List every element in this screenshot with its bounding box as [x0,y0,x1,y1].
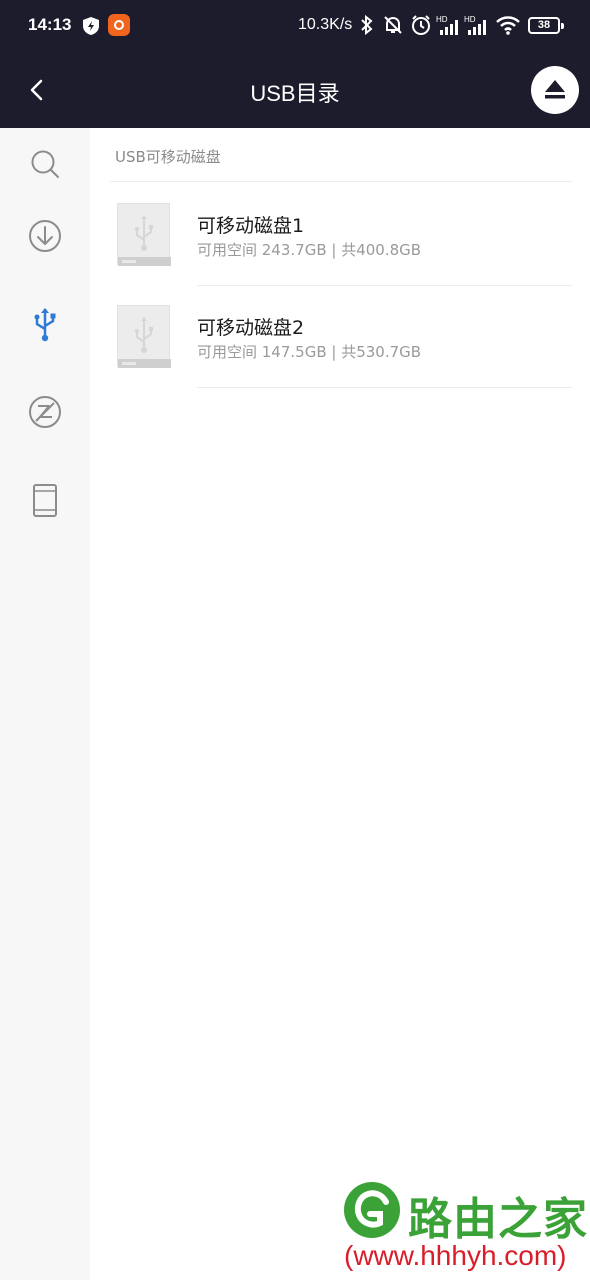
usb-icon [34,308,56,342]
watermark-title: 路由之家 [408,1194,588,1245]
usb-disk-icon [117,305,171,368]
page-title: USB目录 [250,81,340,106]
hd-signal-icon: HD [464,15,486,35]
app-bar: USB目录 [0,52,590,128]
mute-bell-icon [384,16,402,34]
status-time: 14:13 [28,15,72,34]
app-notification-icon [108,14,130,36]
network-speed: 10.3K/s [298,16,353,33]
svg-text:HD: HD [436,15,448,24]
search-icon [31,150,59,178]
hd-signal-icon: HD [436,15,458,35]
blocked-icon [29,396,61,428]
disk-item-2[interactable]: 可移动磁盘2 可用空间 147.5GB | 共530.7GB [110,287,572,387]
divider [110,181,572,182]
sidebar-item-usb[interactable] [25,304,65,344]
disk-item-1[interactable]: 可移动磁盘1 可用空间 243.7GB | 共400.8GB [110,185,572,285]
divider [197,387,572,388]
sidebar-item-device[interactable] [25,480,65,520]
disk-name: 可移动磁盘2 [197,317,305,339]
bluetooth-icon [361,14,373,36]
sidebar [0,128,90,1280]
section-label: USB可移动磁盘 [115,148,221,166]
usb-disk-icon [117,203,171,266]
sidebar-item-download[interactable] [25,216,65,256]
alarm-icon [412,15,430,35]
sidebar-item-blocked[interactable] [25,392,65,432]
eject-button[interactable] [531,66,579,114]
battery-indicator: 38 [528,17,564,34]
wifi-icon [496,16,520,35]
svg-text:HD: HD [464,15,476,24]
disk-space-info: 可用空间 147.5GB | 共530.7GB [197,343,422,361]
download-icon [29,220,61,252]
sidebar-item-search[interactable] [25,144,65,184]
watermark-logo-icon [344,1182,400,1238]
watermark-url: (www.hhhyh.com) [344,1240,567,1271]
shield-icon [83,17,99,35]
status-bar: 14:13 10.3K/s HD HD 38 [0,0,590,52]
divider [197,285,572,286]
tablet-icon [33,484,57,517]
disk-name: 可移动磁盘1 [197,215,305,237]
disk-space-info: 可用空间 243.7GB | 共400.8GB [197,241,422,259]
eject-icon [545,80,565,99]
